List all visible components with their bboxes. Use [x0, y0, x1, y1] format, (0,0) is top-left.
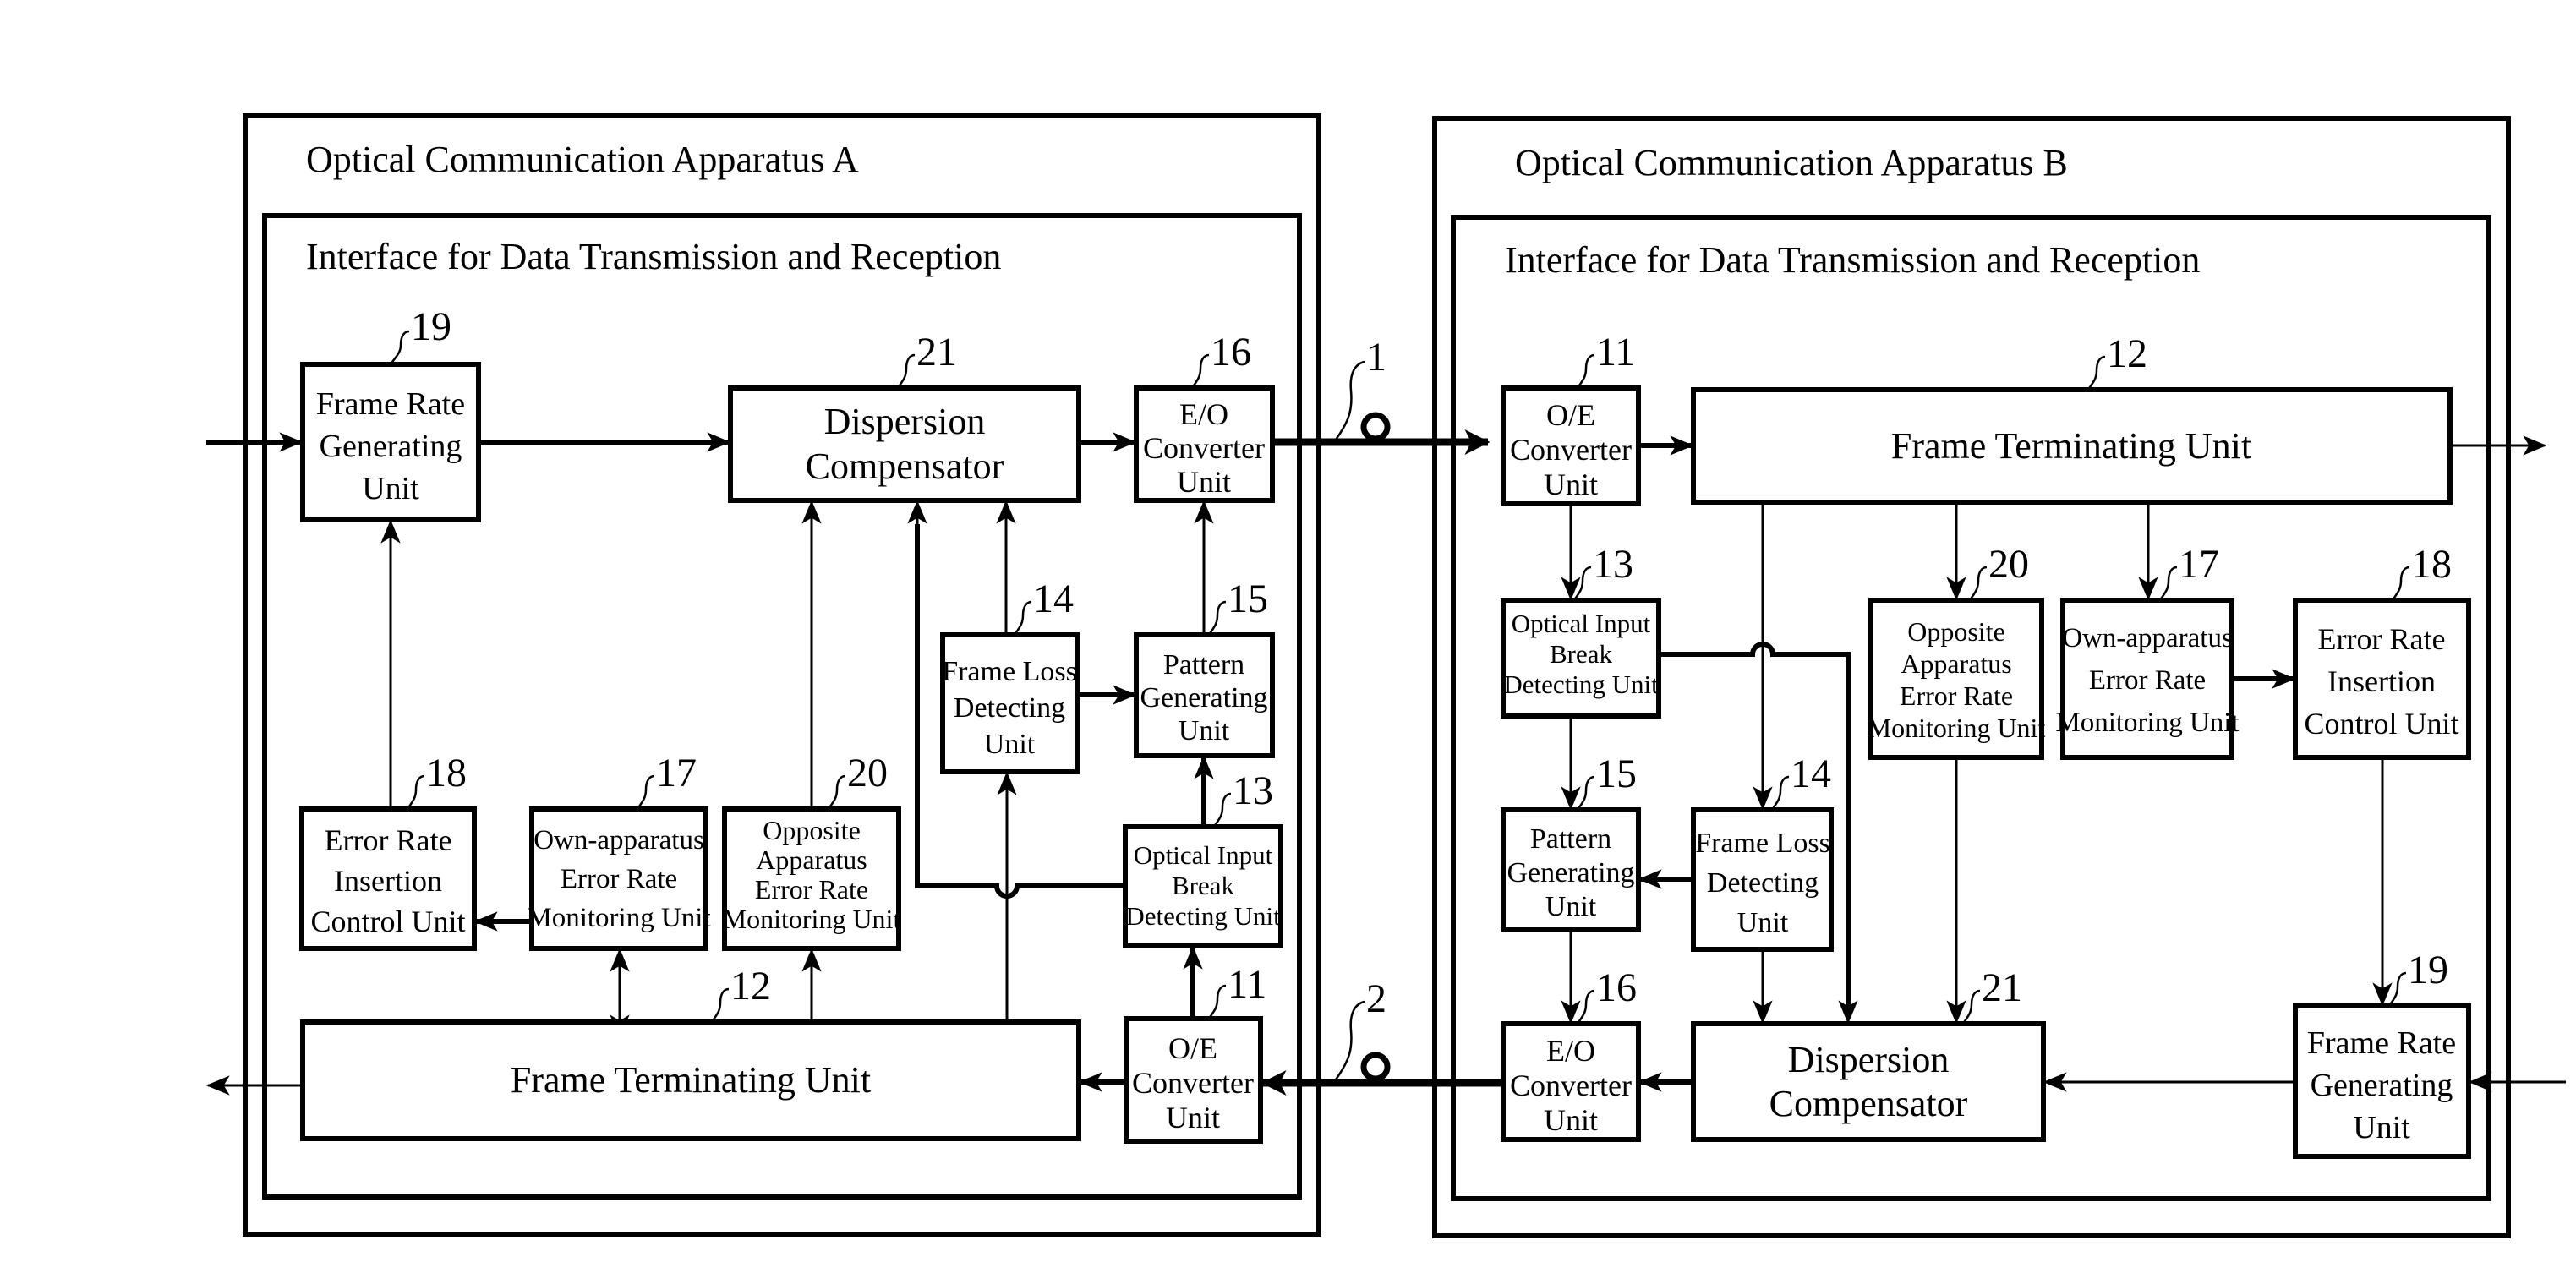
- fiber-coil-icon: [1360, 1052, 1391, 1082]
- a-frame-terminating-unit: Frame Terminating Unit 12: [300, 964, 1081, 1141]
- ref-number: 1: [1366, 335, 1386, 380]
- ref-number: 20: [1988, 542, 2029, 587]
- b-oe-converter-unit: O/E Converter Unit 11: [1501, 330, 1641, 506]
- ref-number: 14: [1791, 752, 1831, 796]
- b-error-rate-insertion-control-unit: Error Rate Insertion Control Unit 18: [2293, 542, 2471, 760]
- ref-number: 13: [1233, 768, 1273, 813]
- ref-number: 11: [1228, 962, 1266, 1007]
- a-oe-converter-unit: O/E Converter Unit 11: [1124, 962, 1266, 1144]
- ref-number: 21: [1982, 965, 2022, 1010]
- b-dispersion-compensator: Dispersion Compensator 21: [1691, 965, 2046, 1142]
- ref-number: 21: [916, 330, 957, 374]
- ref-number: 20: [847, 751, 888, 795]
- a-dispersion-compensator: Dispersion Compensator 21: [728, 330, 1081, 503]
- svg-text:Frame Terminating Unit: Frame Terminating Unit: [1891, 425, 2251, 467]
- ref-number: 15: [1228, 577, 1268, 621]
- b-frame-terminating-unit: Frame Terminating Unit 12: [1691, 331, 2453, 505]
- a-error-rate-insertion-control-unit: Error Rate Insertion Control Unit 18: [299, 751, 477, 951]
- a-frame-rate-generating-unit: Frame Rate Generating Unit 19: [300, 304, 481, 522]
- ref-number: 12: [730, 964, 771, 1008]
- fiber-coil-icon: [1360, 412, 1391, 442]
- apparatus-a-title: Optical Communication Apparatus A: [306, 139, 859, 180]
- ref-number: 16: [1211, 330, 1251, 374]
- apparatus-b-interface-title: Interface for Data Transmission and Rece…: [1505, 239, 2200, 281]
- apparatus-a: Optical Communication Apparatus A Interf…: [205, 113, 1321, 1237]
- apparatus-b-title: Optical Communication Apparatus B: [1515, 142, 2068, 183]
- a-eo-converter-unit: E/O Converter Unit 16: [1134, 330, 1275, 503]
- a-frame-loss-detecting-unit: Frame Loss Detecting Unit 14: [940, 577, 1080, 774]
- ref-number: 18: [2411, 542, 2452, 587]
- ref-number: 15: [1596, 752, 1637, 796]
- ref-number: 19: [2408, 948, 2448, 992]
- block-diagram: Optical Communication Apparatus A Interf…: [205, 113, 2566, 1238]
- ref-number: 14: [1033, 577, 1074, 621]
- ref-number: 17: [656, 751, 697, 795]
- ref-number: 18: [426, 751, 467, 795]
- ref-number: 19: [411, 304, 451, 349]
- ref-number: 12: [2107, 331, 2147, 376]
- ref-number: 17: [2179, 542, 2219, 587]
- svg-text:Frame Terminating Unit: Frame Terminating Unit: [511, 1059, 871, 1101]
- ref-number: 16: [1596, 965, 1637, 1010]
- a-own-apparatus-error-rate-monitoring-unit: Own-apparatus Error Rate Monitoring Unit 1…: [527, 751, 711, 951]
- ref-number: 11: [1596, 330, 1635, 374]
- b-optical-input-break-detecting-unit: Optical Input Break Detecting Unit 13: [1501, 542, 1661, 719]
- ref-number: 2: [1366, 976, 1386, 1021]
- apparatus-b: Optical Communication Apparatus B Interf…: [1432, 116, 2566, 1238]
- apparatus-a-interface-title: Interface for Data Transmission and Rece…: [306, 236, 1001, 277]
- ref-number: 13: [1593, 542, 1633, 587]
